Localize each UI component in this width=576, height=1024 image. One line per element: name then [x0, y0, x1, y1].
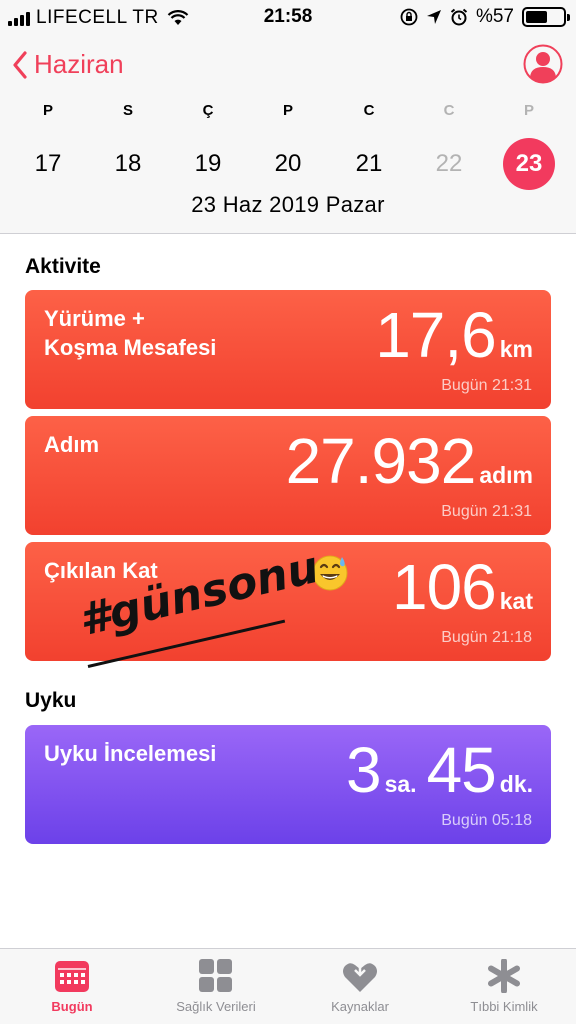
profile-button[interactable]: [523, 44, 563, 89]
heart-download-icon: [343, 959, 377, 992]
card-timestamp: Bugün 21:31: [441, 503, 532, 520]
flights-value: 106: [391, 551, 497, 623]
day-letter: Ç: [202, 102, 214, 119]
day-number: 17: [34, 150, 62, 177]
status-bar: LIFECELL TR 21:58 %57: [0, 0, 576, 36]
day-21[interactable]: C 21: [337, 100, 401, 190]
day-18[interactable]: S 18: [96, 100, 160, 190]
tab-sources[interactable]: Kaynaklar: [288, 959, 432, 1014]
day-19[interactable]: Ç 19: [176, 100, 240, 190]
card-label: Uyku İncelemesi: [44, 741, 217, 766]
asterisk-icon: [488, 959, 520, 993]
location-arrow-icon: [426, 10, 441, 24]
tab-bar: Bugün Sağlık Verileri Kaynaklar Tıbbi Ki…: [0, 948, 576, 1024]
activity-section-title: Aktivite: [25, 255, 101, 278]
sleep-analysis-card[interactable]: Uyku İncelemesi 3 sa. 45 dk. Bugün 05:18: [25, 725, 551, 844]
day-number: 19: [194, 150, 222, 177]
day-number: 23: [503, 138, 555, 190]
card-label: Adım: [44, 432, 99, 457]
tab-label: Tıbbi Kimlik: [470, 999, 538, 1014]
day-17[interactable]: P 17: [16, 100, 80, 190]
sleep-hours-unit: sa.: [384, 771, 417, 797]
card-label: Yürüme + Koşma Mesafesi: [44, 304, 216, 362]
tab-label: Bugün: [51, 999, 93, 1014]
grid-icon: [199, 959, 232, 992]
day-20[interactable]: P 20: [256, 100, 320, 190]
card-value: 17,6 km: [375, 300, 533, 370]
alarm-icon: [450, 8, 468, 26]
card-timestamp: Bugün 21:31: [441, 377, 532, 394]
tab-label: Kaynaklar: [331, 999, 389, 1014]
steps-card[interactable]: Adım 27.932 adım Bugün 21:31: [25, 416, 551, 535]
tab-health-data[interactable]: Sağlık Verileri: [144, 959, 288, 1014]
card-label-line2: Koşma Mesafesi: [44, 335, 217, 360]
flights-unit: kat: [499, 588, 533, 614]
tab-label: Sağlık Verileri: [176, 999, 256, 1014]
card-value: 27.932 adım: [286, 426, 533, 496]
selected-date-label: 23 Haz 2019 Pazar: [191, 192, 385, 217]
tab-today[interactable]: Bugün: [0, 959, 144, 1014]
card-value: 3 sa. 45 dk.: [346, 735, 533, 805]
calendar-icon: [55, 961, 89, 992]
steps-unit: adım: [479, 462, 533, 488]
card-value: 106 kat: [392, 552, 533, 622]
chevron-left-icon: [13, 50, 27, 79]
day-number: 18: [114, 150, 142, 177]
distance-unit: km: [499, 336, 533, 362]
day-number: 20: [274, 150, 302, 177]
sleep-minutes-unit: dk.: [499, 771, 533, 797]
day-number: 21: [355, 150, 383, 177]
sleep-section-title: Uyku: [25, 689, 77, 712]
day-letter: S: [122, 102, 133, 119]
card-timestamp: Bugün 05:18: [441, 812, 532, 829]
distance-card[interactable]: Yürüme + Koşma Mesafesi 17,6 km Bugün 21…: [25, 290, 551, 409]
day-letter: P: [42, 102, 53, 119]
back-button[interactable]: Haziran: [12, 49, 124, 80]
rotation-lock-icon: [400, 8, 418, 26]
battery-icon: [522, 7, 570, 27]
day-22: C 22: [417, 100, 481, 190]
sleep-hours-value: 3: [346, 734, 382, 806]
profile-avatar-icon: [523, 44, 563, 84]
day-23-selected[interactable]: P 23: [497, 100, 561, 190]
day-letter: C: [443, 102, 455, 119]
day-number: 22: [435, 150, 463, 177]
tab-medical-id[interactable]: Tıbbi Kimlik: [432, 959, 576, 1014]
distance-value: 17,6: [375, 299, 497, 371]
back-button-label: Haziran: [34, 49, 124, 79]
battery-percent: %57: [475, 6, 514, 27]
day-letter: C: [363, 102, 375, 119]
card-label-line1: Yürüme +: [44, 306, 145, 331]
date-header: Haziran P 17 S 18 Ç 19 P 20 C 21 C 22 P …: [0, 36, 576, 234]
day-letter: P: [523, 102, 534, 119]
card-timestamp: Bugün 21:18: [441, 629, 532, 646]
day-letter: P: [282, 102, 293, 119]
steps-value: 27.932: [285, 425, 477, 497]
sleep-minutes-value: 45: [426, 734, 497, 806]
